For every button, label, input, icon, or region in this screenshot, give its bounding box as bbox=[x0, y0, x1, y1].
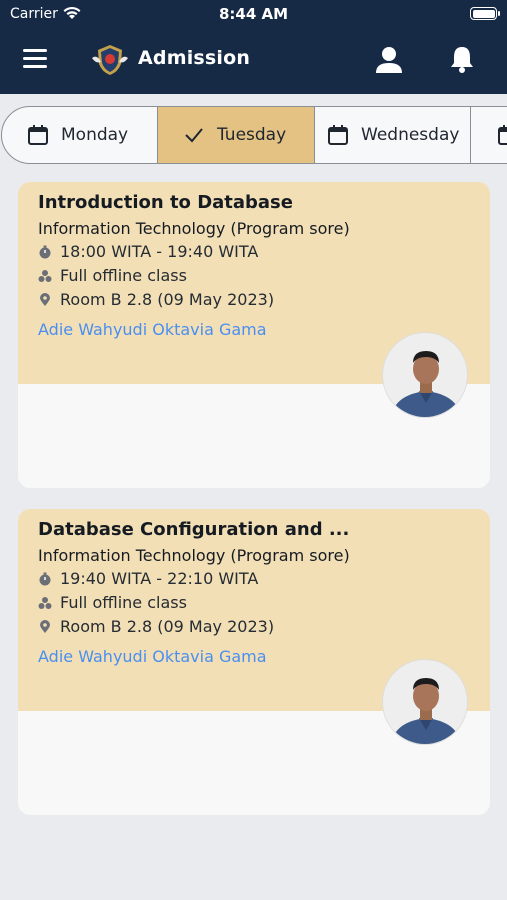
check-icon bbox=[185, 128, 203, 143]
bell-icon[interactable] bbox=[447, 44, 477, 74]
course-program: Information Technology (Program sore) bbox=[38, 546, 350, 565]
course-mode: Full offline class bbox=[38, 593, 187, 612]
battery-icon bbox=[470, 7, 500, 20]
course-title: Database Configuration and ... bbox=[38, 519, 350, 540]
calendar-icon bbox=[28, 125, 48, 145]
stopwatch-icon bbox=[39, 572, 51, 585]
avatar bbox=[382, 332, 468, 418]
tab-wednesday[interactable]: Wednesday bbox=[314, 106, 471, 164]
course-card[interactable]: Database Configuration and ... Informati… bbox=[18, 509, 490, 815]
class-mode-icon bbox=[38, 269, 52, 282]
course-program: Information Technology (Program sore) bbox=[38, 219, 350, 238]
menu-icon[interactable] bbox=[23, 49, 47, 69]
status-time: 8:44 AM bbox=[218, 5, 289, 23]
tab-label: Wednesday bbox=[361, 125, 460, 145]
stopwatch-icon bbox=[39, 245, 51, 258]
course-room: Room B 2.8 (09 May 2023) bbox=[38, 617, 274, 636]
class-mode-icon bbox=[38, 596, 52, 609]
course-title: Introduction to Database bbox=[38, 192, 293, 213]
status-bar: Carrier 8:44 AM bbox=[0, 0, 507, 28]
course-card[interactable]: Introduction to Database Information Tec… bbox=[18, 182, 490, 488]
location-pin-icon bbox=[40, 619, 50, 633]
avatar bbox=[382, 659, 468, 745]
course-time: 19:40 WITA - 22:10 WITA bbox=[38, 569, 258, 588]
tab-tuesday[interactable]: Tuesday bbox=[157, 106, 315, 164]
tab-label: Tuesday bbox=[217, 125, 287, 145]
course-time: 18:00 WITA - 19:40 WITA bbox=[38, 242, 258, 261]
location-pin-icon bbox=[40, 292, 50, 306]
tab-label: Monday bbox=[61, 125, 129, 145]
page-title: Admission bbox=[138, 47, 251, 69]
tab-monday[interactable]: Monday bbox=[1, 106, 158, 164]
course-room: Room B 2.8 (09 May 2023) bbox=[38, 290, 274, 309]
lecturer-link[interactable]: Adie Wahyudi Oktavia Gama bbox=[38, 647, 267, 666]
user-icon[interactable] bbox=[374, 46, 404, 74]
calendar-icon bbox=[498, 125, 507, 145]
app-bar: Admission bbox=[0, 36, 507, 84]
day-tabs: Monday Tuesday Wednesday bbox=[0, 106, 507, 164]
logo bbox=[92, 45, 128, 75]
tab-next-day[interactable] bbox=[470, 106, 507, 164]
calendar-icon bbox=[328, 125, 348, 145]
course-mode: Full offline class bbox=[38, 266, 187, 285]
app-header: Carrier 8:44 AM Admission bbox=[0, 0, 507, 94]
lecturer-link[interactable]: Adie Wahyudi Oktavia Gama bbox=[38, 320, 267, 339]
